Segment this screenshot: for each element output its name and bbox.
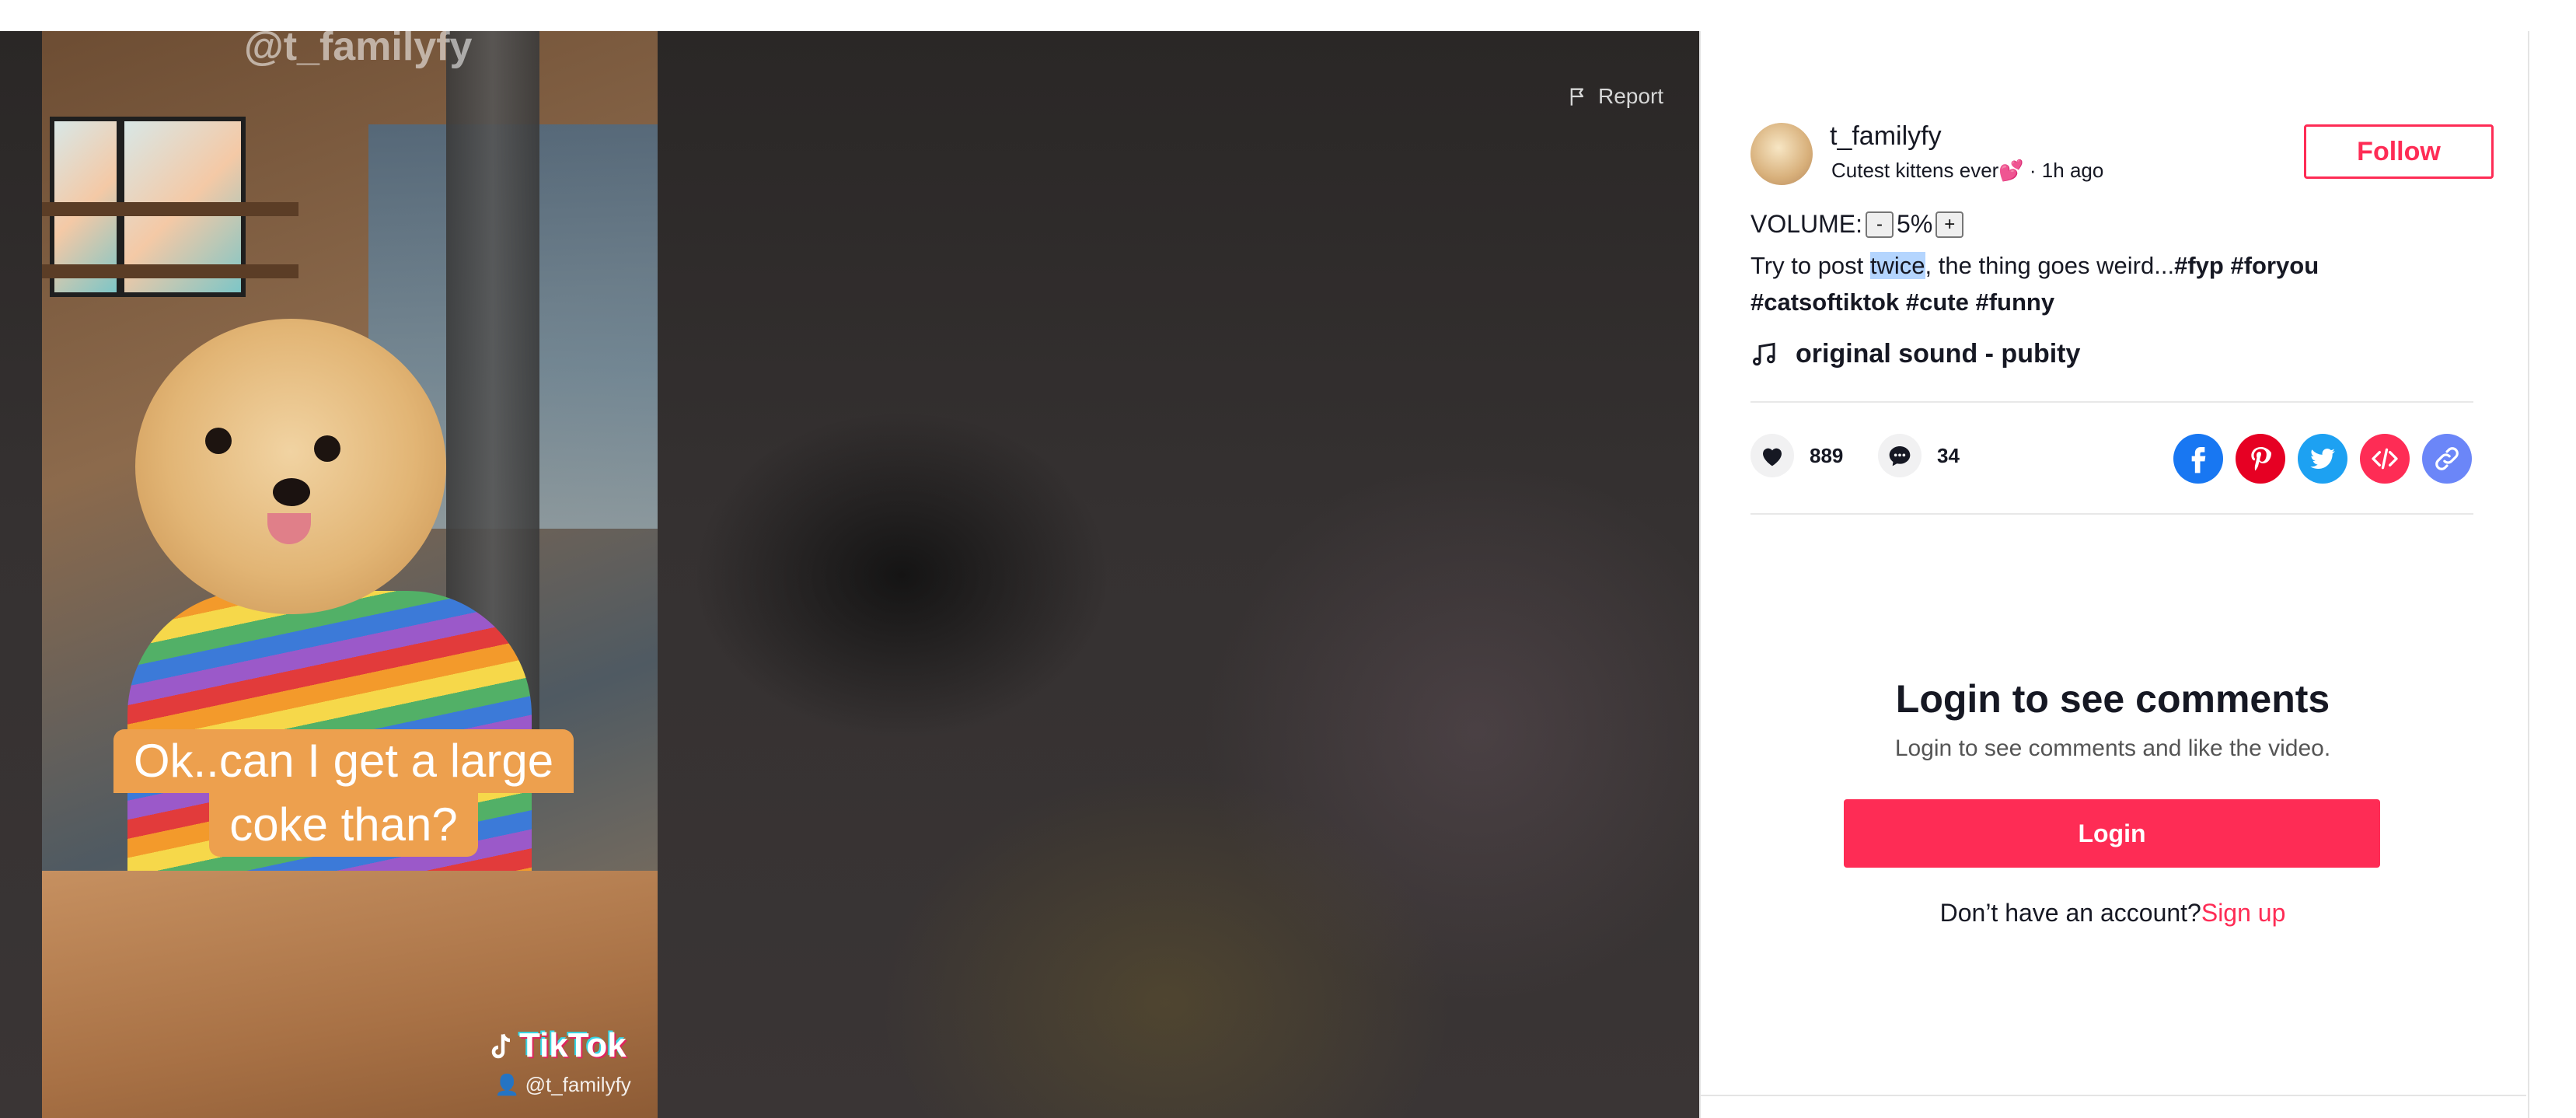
video-background-shelf xyxy=(42,202,298,216)
link-icon xyxy=(2435,447,2459,470)
like-button[interactable] xyxy=(1750,434,1794,477)
hashtag-link[interactable]: #fyp xyxy=(2174,252,2224,279)
like-stat: 889 xyxy=(1750,434,1843,477)
video-description: Try to post twice, the thing goes weird.… xyxy=(1750,247,2341,320)
login-title: Login to see comments xyxy=(1895,677,2330,721)
volume-control: VOLUME: - 5% + xyxy=(1750,210,1964,239)
video-caption-line: coke than? xyxy=(209,793,478,857)
volume-increase-button[interactable]: + xyxy=(1935,211,1964,238)
divider xyxy=(1750,513,2473,515)
author-username[interactable]: t_familyfy xyxy=(1830,121,1942,152)
dog-nose xyxy=(273,478,310,506)
comment-count: 34 xyxy=(1937,443,1960,467)
description-text: Try to post xyxy=(1750,252,1870,279)
video-caption-line: Ok..can I get a large xyxy=(113,729,574,793)
tiktok-watermark: TikTok xyxy=(487,1026,627,1065)
dog-head xyxy=(135,319,446,614)
login-subtitle: Login to see comments and like the video… xyxy=(1894,735,2331,761)
signup-prompt: Don’t have an account?Sign up xyxy=(1699,899,2526,928)
dog-eye xyxy=(205,428,232,454)
tiktok-watermark-brand: TikTok xyxy=(519,1026,627,1064)
flag-icon xyxy=(1570,88,1583,106)
author-bio: Cutest kittens ever💕 xyxy=(1831,159,2024,182)
share-facebook-button[interactable] xyxy=(2173,434,2223,484)
hashtag-link[interactable]: #catsoftiktok xyxy=(1750,288,1899,316)
author-subline: Cutest kittens ever💕 · 1h ago xyxy=(1831,159,2103,183)
report-button[interactable]: Report xyxy=(1567,84,1663,109)
share-link-button[interactable] xyxy=(2422,434,2472,484)
author-time-separator: · xyxy=(2023,159,2042,182)
volume-label: VOLUME: xyxy=(1750,210,1863,238)
dog-eye xyxy=(314,435,340,462)
description-selected-text: twice xyxy=(1869,252,1925,279)
facebook-icon xyxy=(2191,447,2206,473)
panel-divider xyxy=(1699,1095,2526,1096)
video-watermark-top: @t_familyfy xyxy=(244,31,473,69)
like-count: 889 xyxy=(1810,443,1844,467)
tiktok-watermark-user: 👤 @t_familyfy xyxy=(494,1073,631,1097)
divider xyxy=(1750,401,2473,403)
video-caption: Ok..can I get a large coke than? xyxy=(95,729,592,857)
login-button[interactable]: Login xyxy=(1844,799,2380,868)
sound-link[interactable]: original sound - pubity xyxy=(1750,339,2080,369)
follow-button[interactable]: Follow xyxy=(2304,124,2494,179)
share-twitter-button[interactable] xyxy=(2298,434,2347,484)
share-embed-button[interactable] xyxy=(2360,434,2410,484)
sound-title: original sound - pubity xyxy=(1796,339,2081,369)
comment-stat: 34 xyxy=(1878,434,1960,477)
tiktok-logo-icon xyxy=(491,1034,511,1059)
report-label: Report xyxy=(1598,84,1664,108)
hashtag-link[interactable]: #foryou xyxy=(2230,252,2319,279)
tiktok-watermark-username: @t_familyfy xyxy=(525,1073,631,1096)
post-time: 1h ago xyxy=(2041,159,2104,182)
signup-link[interactable]: Sign up xyxy=(2201,899,2286,927)
volume-value: 5% xyxy=(1897,210,1933,238)
user-icon: 👤 xyxy=(494,1073,520,1096)
pinterest-icon xyxy=(2251,447,2271,471)
avatar[interactable] xyxy=(1750,123,1813,185)
twitter-icon xyxy=(2310,449,2335,469)
embed-icon xyxy=(2372,448,2398,470)
video-frame[interactable]: @t_familyfy Ok..can I get a large coke t… xyxy=(42,31,658,1118)
video-background-shelf xyxy=(42,264,298,278)
info-panel xyxy=(1699,31,2529,1118)
share-pinterest-button[interactable] xyxy=(2236,434,2285,484)
comment-button[interactable] xyxy=(1878,434,1922,477)
video-player[interactable]: @t_familyfy Ok..can I get a large coke t… xyxy=(0,31,1699,1118)
volume-decrease-button[interactable]: - xyxy=(1866,211,1894,238)
signup-prompt-text: Don’t have an account? xyxy=(1939,899,2201,927)
description-text: , the thing goes weird... xyxy=(1925,252,2175,279)
heart-icon xyxy=(1763,448,1782,466)
comment-icon xyxy=(1889,446,1911,466)
music-note-icon xyxy=(1753,342,1775,365)
hashtag-link[interactable]: #cute xyxy=(1906,288,1969,316)
hashtag-link[interactable]: #funny xyxy=(1975,288,2054,316)
